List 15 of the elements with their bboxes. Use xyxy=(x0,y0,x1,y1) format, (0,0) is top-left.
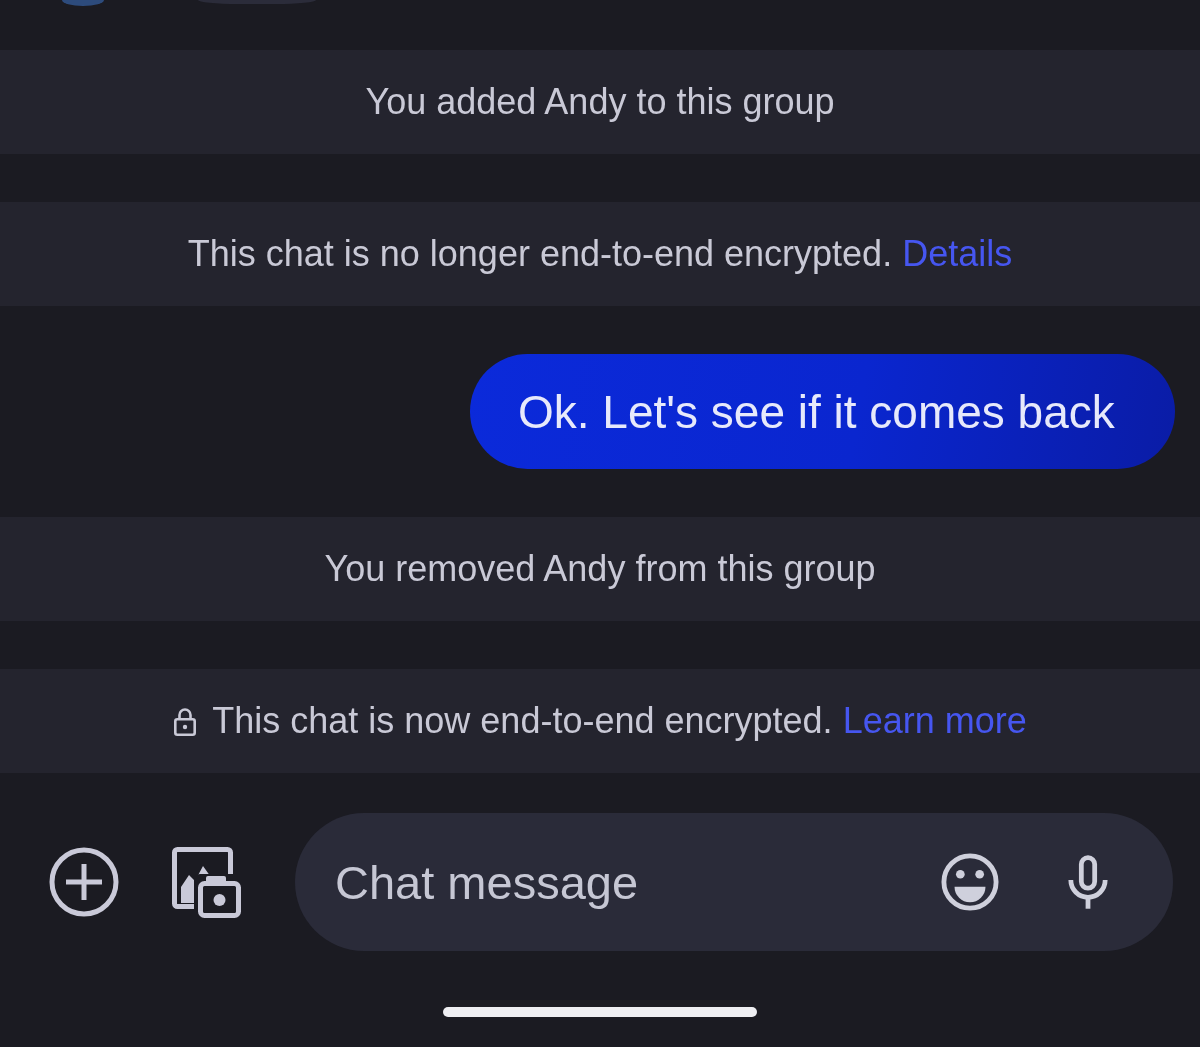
gallery-camera-icon[interactable] xyxy=(172,846,242,918)
lock-icon xyxy=(173,706,198,736)
system-message: This chat is now end-to-end encrypted. Learn more xyxy=(212,700,1027,742)
text-link[interactable]: Learn more xyxy=(842,700,1027,741)
message-composer[interactable]: Chat message xyxy=(295,813,1173,951)
system-message: This chat is no longer end-to-end encrypted. Details xyxy=(187,233,1013,275)
system-message: You removed Andy from this group xyxy=(324,548,876,590)
text-link[interactable]: Details xyxy=(902,233,1013,274)
avatar-placeholder xyxy=(62,0,104,6)
system-message: You added Andy to this group xyxy=(365,81,835,123)
add-icon[interactable] xyxy=(49,847,119,917)
message-text: Ok. Let's see if it comes back xyxy=(518,384,1115,439)
microphone-icon[interactable] xyxy=(1067,854,1109,910)
message-input-field[interactable]: Chat message xyxy=(335,852,941,912)
emoji-icon[interactable] xyxy=(941,853,999,911)
